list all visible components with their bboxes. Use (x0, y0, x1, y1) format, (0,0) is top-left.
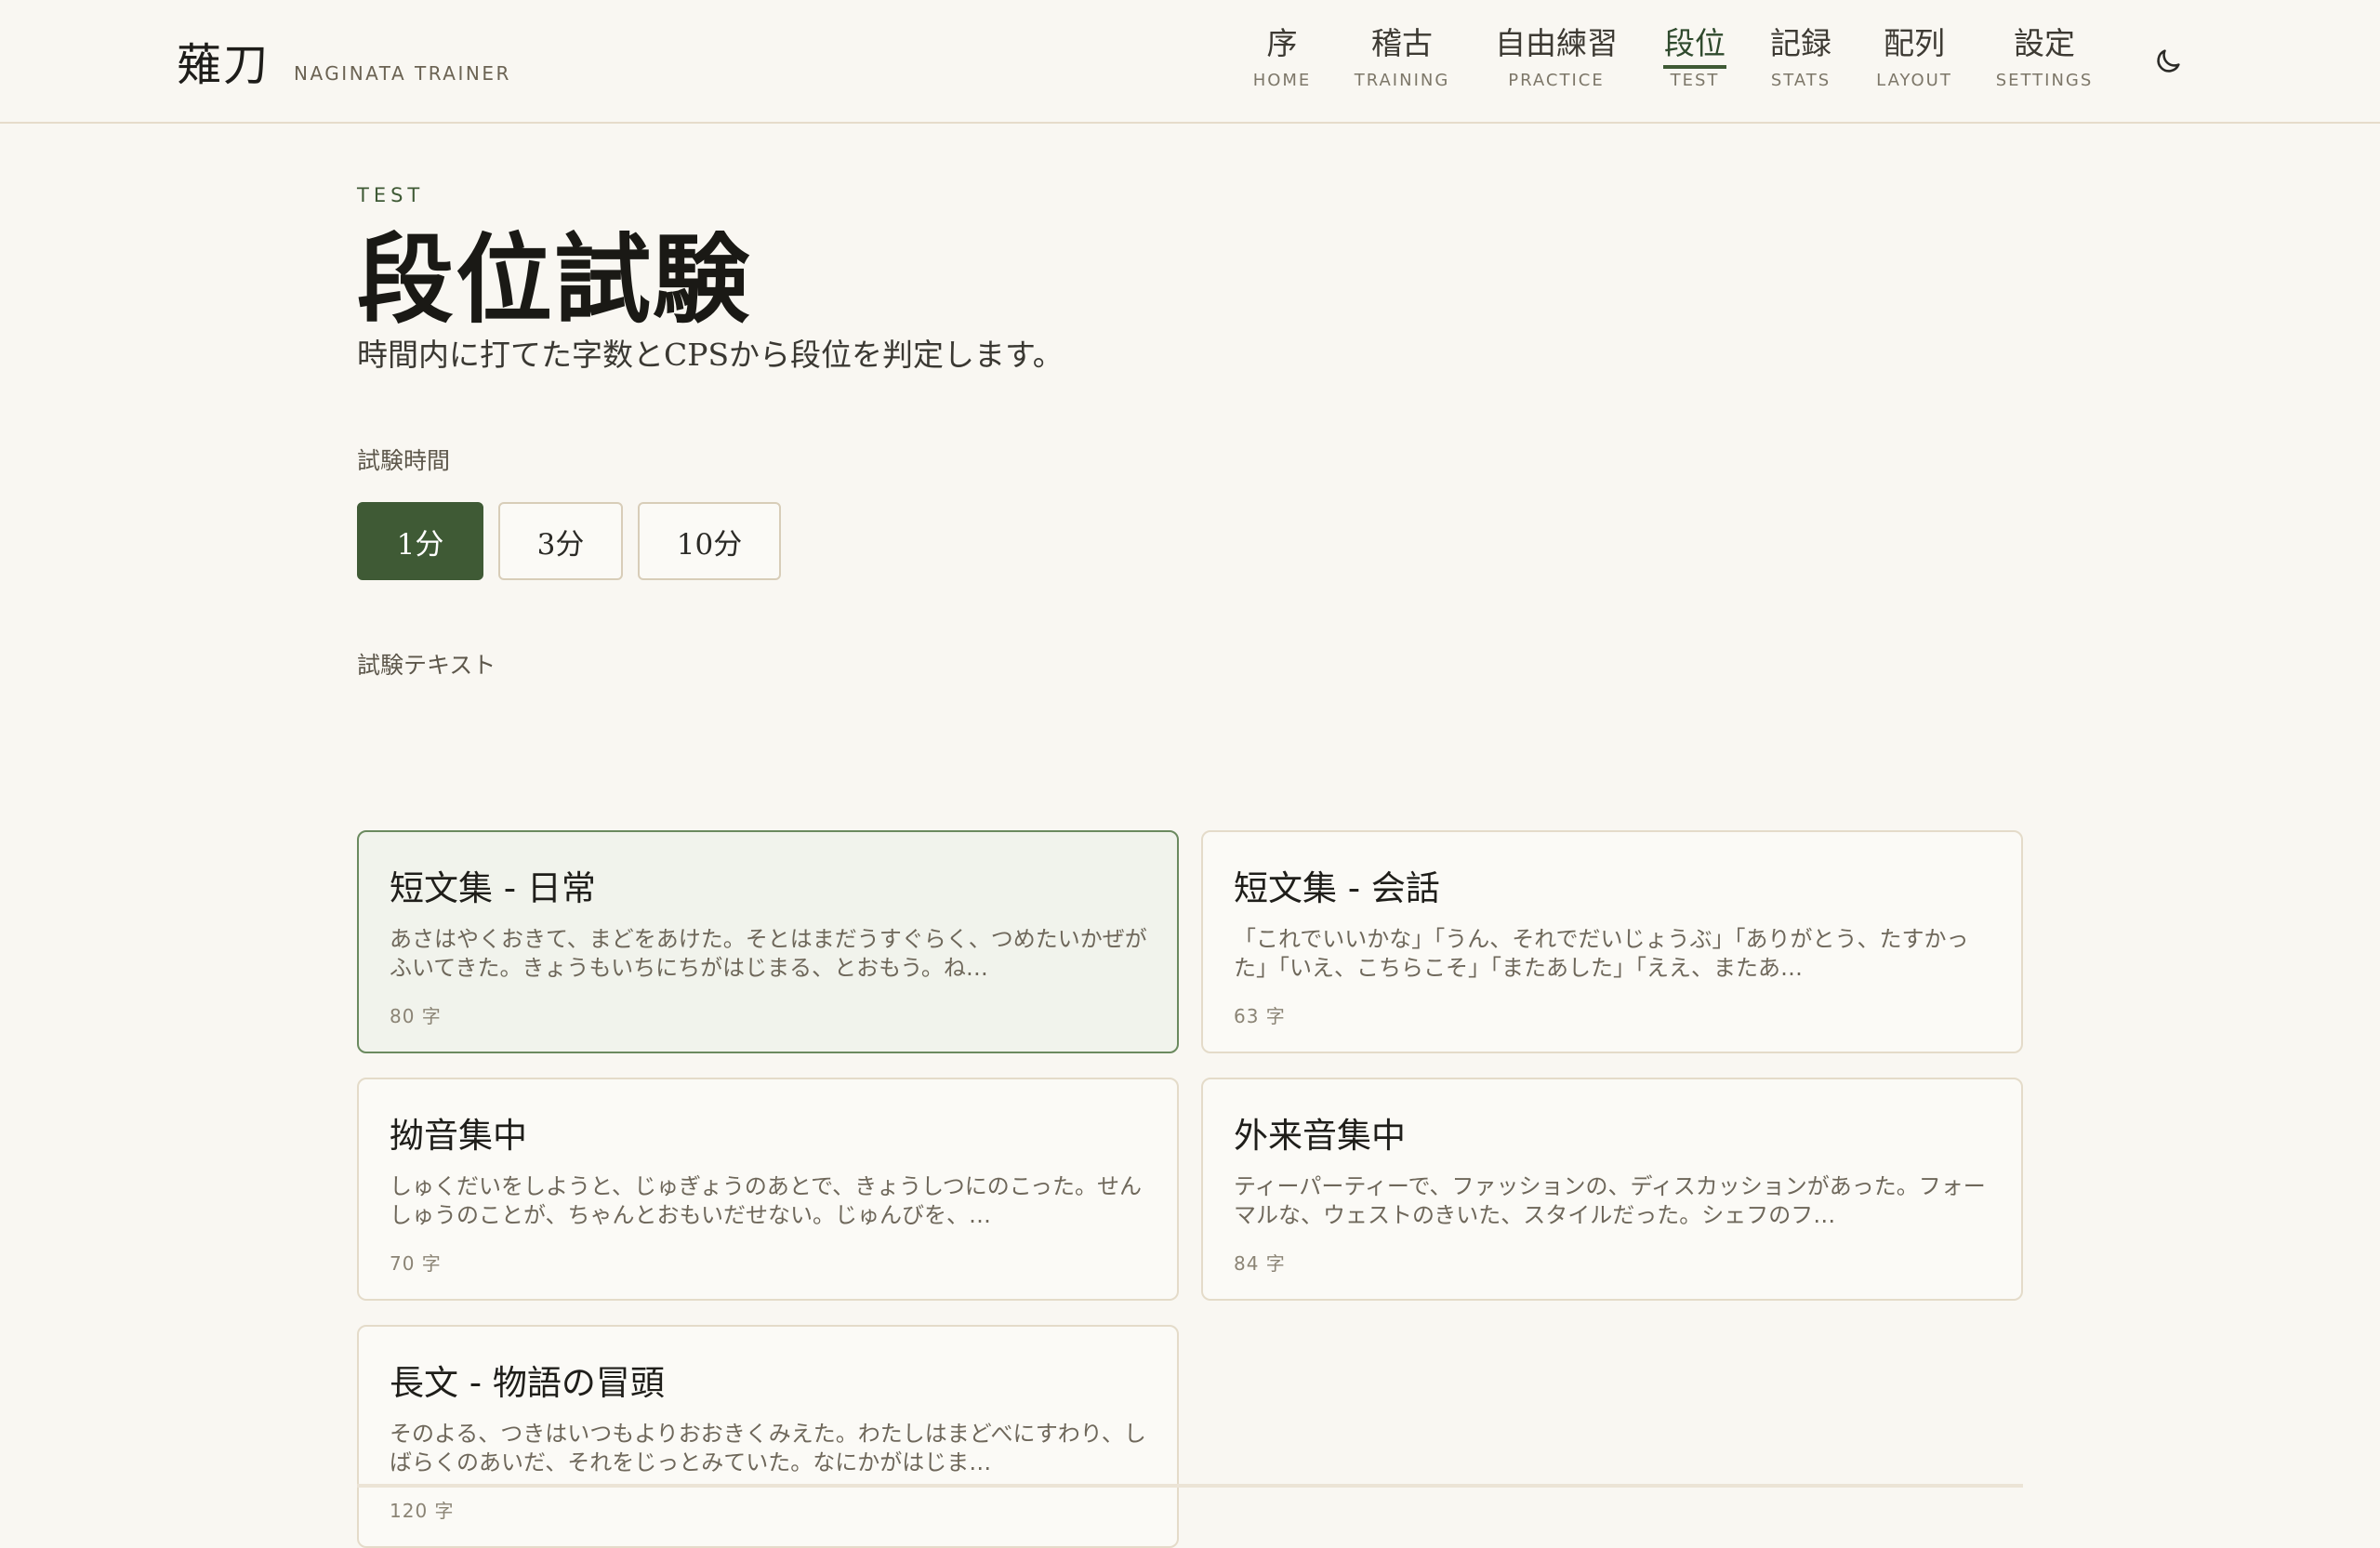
page-description: 時間内に打てた字数とCPSから段位を判定します。 (357, 337, 1064, 373)
bottom-divider (357, 1484, 2023, 1488)
card-char-count: 80 字 (390, 1005, 442, 1027)
test-text-card[interactable]: 拗音集中 しゅくだいをしようと、じゅぎょうのあとで、きょうしつにのこった。せんし… (357, 1078, 1179, 1301)
nav-item-jp-label: 記録 (1770, 25, 1831, 61)
nav-item-en-label: HOME (1252, 71, 1312, 90)
active-nav-underline (1663, 65, 1726, 69)
page-title: 段位試験 (357, 222, 752, 337)
nav-item-test[interactable]: 段位 TEST (1663, 22, 1726, 90)
app-header: 薙刀 NAGINATA TRAINER 序 HOME 稽古 TRAINING 自… (0, 0, 2380, 124)
nav-item-jp-label: 段位 (1664, 25, 1726, 61)
card-preview: あさはやくおきて、まどをあけた。そとはまだうすぐらく、つめたいかぜがふいてきた。… (390, 926, 1147, 981)
page-eyebrow: TEST (357, 184, 425, 206)
nav-item-jp-label: 序 (1266, 25, 1298, 61)
card-char-count: 70 字 (390, 1252, 442, 1275)
card-title: 長文 - 物語の冒頭 (390, 1363, 665, 1403)
card-title: 外来音集中 (1234, 1116, 1406, 1156)
nav-item-en-label: SETTINGS (1995, 71, 2094, 90)
nav-item-jp-label: 配列 (1884, 25, 1945, 61)
card-preview: ティーパーティーで、ファッションの、ディスカッションがあった。フォーマルな、ウェ… (1234, 1173, 1986, 1228)
card-preview: そのよる、つきはいつもよりおおきくみえた。わたしはまどべにすわり、しばらくのあい… (390, 1421, 1146, 1475)
nav-item-jp-label: 自由練習 (1495, 25, 1618, 61)
card-preview: しゅくだいをしようと、じゅぎょうのあとで、きょうしつにのこった。せんしゅうのこと… (390, 1173, 1143, 1228)
main-nav: 序 HOME 稽古 TRAINING 自由練習 PRACTICE 段位 TEST… (0, 22, 2380, 106)
card-title: 拗音集中 (390, 1116, 527, 1156)
nav-item-jp-label: 設定 (2014, 25, 2075, 61)
duration-selector: 1分 3分 10分 (357, 502, 781, 580)
nav-item-training[interactable]: 稽古 TRAINING (1355, 22, 1450, 90)
card-char-count: 63 字 (1234, 1005, 1286, 1027)
nav-item-layout[interactable]: 配列 LAYOUT (1876, 22, 1952, 90)
nav-item-practice[interactable]: 自由練習 PRACTICE (1495, 22, 1618, 90)
nav-item-settings[interactable]: 設定 SETTINGS (1996, 22, 2094, 90)
card-preview: 「これでいいかな」「うん、それでだいじょうぶ」「ありがとう、たすかった」「いえ、… (1234, 926, 1969, 981)
nav-item-jp-label: 稽古 (1371, 25, 1433, 61)
nav-item-home[interactable]: 序 HOME (1253, 22, 1312, 90)
duration-10min-button[interactable]: 10分 (638, 502, 781, 580)
duration-1min-button[interactable]: 1分 (357, 502, 483, 580)
test-text-card[interactable]: 短文集 - 会話 「これでいいかな」「うん、それでだいじょうぶ」「ありがとう、た… (1201, 830, 2023, 1053)
moon-icon (2157, 49, 2180, 73)
test-text-label: 試験テキスト (357, 652, 496, 679)
nav-item-en-label: STATS (1770, 71, 1831, 90)
duration-label: 試験時間 (357, 447, 451, 474)
card-title: 短文集 - 会話 (1234, 868, 1440, 908)
nav-item-en-label: TRAINING (1354, 71, 1450, 90)
nav-item-en-label: PRACTICE (1508, 71, 1605, 90)
duration-3min-button[interactable]: 3分 (498, 502, 623, 580)
test-text-card[interactable]: 長文 - 物語の冒頭 そのよる、つきはいつもよりおおきくみえた。わたしはまどべに… (357, 1325, 1179, 1548)
nav-item-stats[interactable]: 記録 STATS (1770, 22, 1831, 90)
nav-item-en-label: LAYOUT (1876, 71, 1952, 90)
theme-toggle-button[interactable] (2148, 41, 2188, 82)
test-text-card[interactable]: 短文集 - 日常 あさはやくおきて、まどをあけた。そとはまだうすぐらく、つめたい… (357, 830, 1179, 1053)
test-text-card[interactable]: 外来音集中 ティーパーティーで、ファッションの、ディスカッションがあった。フォー… (1201, 1078, 2023, 1301)
card-title: 短文集 - 日常 (390, 868, 596, 908)
card-char-count: 120 字 (390, 1500, 455, 1522)
nav-item-en-label: TEST (1670, 71, 1720, 90)
card-char-count: 84 字 (1234, 1252, 1286, 1275)
